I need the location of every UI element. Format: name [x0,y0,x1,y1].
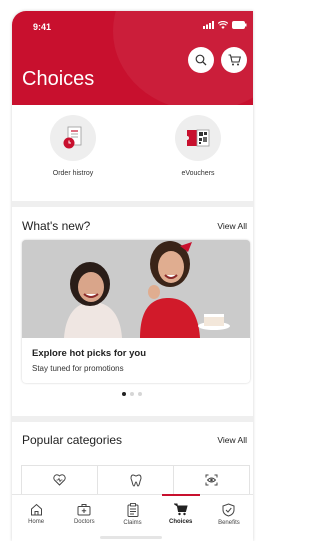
carousel-dots [122,392,142,396]
promo-subtitle: Stay tuned for promotions [32,364,124,373]
search-button[interactable] [188,47,214,73]
tooth-icon [130,474,141,487]
order-history-link[interactable]: Order histroy [28,115,118,177]
search-icon [195,54,207,66]
tab-home[interactable]: Home [12,495,60,541]
tab-label: Doctors [73,519,95,525]
evouchers-label: eVouchers [181,170,215,177]
wifi-icon [218,21,228,29]
status-time: 9:41 [33,22,52,32]
signal-icon [203,21,214,29]
clipboard-icon [127,503,138,517]
section-divider [12,201,253,207]
heart-icon [53,474,66,486]
header: 9:41 Choices [12,11,253,105]
medical-kit-icon [77,504,91,516]
tab-label: Home [28,519,45,525]
popular-categories-title: Popular categories [22,433,123,447]
popular-view-all-link[interactable]: View All [217,435,247,445]
tab-benefits[interactable]: Benefits [205,495,253,541]
whats-new-title: What's new? [22,219,91,233]
tab-choices[interactable]: Choices [157,494,205,541]
evouchers-link[interactable]: eVouchers [153,115,243,177]
tab-label: Choices [169,519,193,525]
tab-label: Benefits [218,520,240,526]
promo-card[interactable]: Explore hot picks for you Stay tuned for… [22,240,250,383]
bottom-tab-bar: Home Doctors Claims Choices Benefits [12,494,253,541]
carousel-dot[interactable] [122,392,126,396]
cart-icon [228,54,241,66]
page-title: Choices [22,68,95,90]
promo-heading: Explore hot picks for you [32,348,147,359]
cart-button[interactable] [221,47,247,73]
order-history-icon-wrap [50,115,96,161]
tab-label: Claims [123,520,142,526]
home-icon [30,503,42,516]
home-indicator [100,536,162,539]
carousel-dot[interactable] [138,392,142,396]
tab-claims[interactable]: Claims [108,495,156,541]
carousel-dot[interactable] [130,392,134,396]
shield-check-icon [222,503,235,517]
eye-scan-icon [205,474,218,486]
quick-links: Order histroy eVouchers [12,105,253,201]
order-history-label: Order histroy [52,170,94,177]
whats-new-view-all-link[interactable]: View All [217,221,247,231]
category-grid [21,465,250,497]
category-dental[interactable] [98,466,174,497]
status-icons [203,21,247,29]
category-heart[interactable] [22,466,98,497]
app-screen: 9:41 Choices Order histroy eVouchers Wha… [12,11,253,541]
promo-photo-illustration [22,240,250,338]
receipt-clock-icon [63,126,82,149]
category-eye[interactable] [174,466,249,497]
whats-new-section: What's new? View All Explore hot picks f… [12,208,253,416]
popular-categories-section: Popular categories View All [12,422,253,498]
promo-image [22,240,250,338]
evouchers-icon-wrap [175,115,221,161]
tab-doctors[interactable]: Doctors [60,495,108,541]
cart-icon [173,503,188,516]
voucher-qr-icon [187,129,210,147]
battery-icon [232,21,247,29]
